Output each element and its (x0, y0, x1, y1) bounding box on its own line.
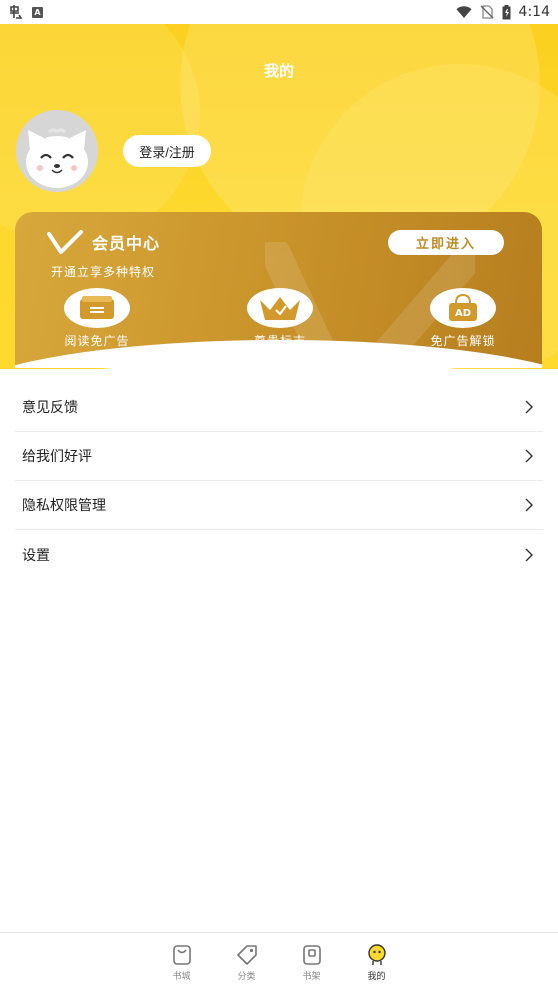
status-bar: A 4:14 (0, 0, 558, 24)
tab-category[interactable]: 分类 (214, 933, 279, 992)
menu-item-rate-us[interactable]: 给我们好评 (15, 432, 543, 481)
ad-bag-icon: AD (430, 288, 496, 328)
chevron-right-icon (522, 498, 536, 512)
enter-vip-button[interactable]: 立即进入 (388, 230, 504, 255)
menu-item-settings[interactable]: 设置 (15, 530, 543, 579)
page-title: 我的 (263, 62, 294, 80)
no-sim-icon (480, 5, 494, 19)
chevron-right-icon (522, 400, 536, 414)
crown-icon (247, 288, 313, 328)
menu-item-label: 隐私权限管理 (22, 498, 106, 514)
perk-label: 阅读免广告 (64, 334, 130, 348)
perk-label: 尊贵标志 (253, 334, 306, 348)
menu-item-feedback[interactable]: 意见反馈 (15, 383, 543, 432)
chevron-right-icon (522, 548, 536, 562)
menu-item-privacy[interactable]: 隐私权限管理 (15, 481, 543, 530)
perk-label: 免广告解锁 (430, 334, 496, 348)
tab-bookshelf[interactable]: 书架 (279, 933, 344, 992)
a-box-icon: A (32, 6, 43, 18)
clock: 4:14 (518, 4, 550, 20)
tag-icon (235, 943, 259, 967)
tab-label: 书架 (302, 972, 321, 982)
battery-charging-icon (502, 4, 511, 20)
vip-logo-icon (47, 230, 83, 254)
svg-text:AD: AD (455, 308, 471, 319)
vip-title: 会员中心 (92, 234, 161, 253)
tab-bookstore[interactable]: 书城 (149, 933, 214, 992)
settings-menu: 意见反馈 给我们好评 隐私权限管理 设置 (15, 383, 543, 579)
profile-icon (365, 943, 389, 967)
bottom-tab-bar: 书城 分类 书架 我的 (0, 932, 558, 992)
menu-item-label: 给我们好评 (22, 449, 92, 465)
avatar[interactable] (16, 110, 98, 192)
tab-label: 书城 (172, 972, 191, 982)
perk-ad-free-reading[interactable]: 阅读免广告 (42, 288, 152, 349)
bookshelf-icon (300, 943, 324, 967)
status-left: A (8, 4, 43, 20)
tab-label: 我的 (367, 972, 386, 982)
perk-ad-free-unlock[interactable]: AD 免广告解锁 (408, 288, 518, 349)
wifi-icon (456, 5, 472, 19)
tab-profile[interactable]: 我的 (344, 933, 409, 992)
menu-item-label: 意见反馈 (22, 400, 78, 416)
cat-avatar-icon (16, 110, 98, 192)
tab-label: 分类 (237, 972, 256, 982)
login-register-button[interactable]: 登录/注册 (123, 135, 211, 167)
bookstore-icon (170, 943, 194, 967)
app-notification-icon (8, 4, 24, 20)
card-icon (64, 288, 130, 328)
status-right: 4:14 (456, 4, 550, 20)
vip-subtitle: 开通立享多种特权 (51, 265, 156, 279)
chevron-right-icon (522, 449, 536, 463)
vip-center-card[interactable]: 会员中心 开通立享多种特权 立即进入 阅读免广告 尊贵标志 AD 免广告解锁 (15, 212, 542, 368)
perk-noble-badge[interactable]: 尊贵标志 (225, 288, 335, 349)
menu-item-label: 设置 (22, 547, 50, 564)
